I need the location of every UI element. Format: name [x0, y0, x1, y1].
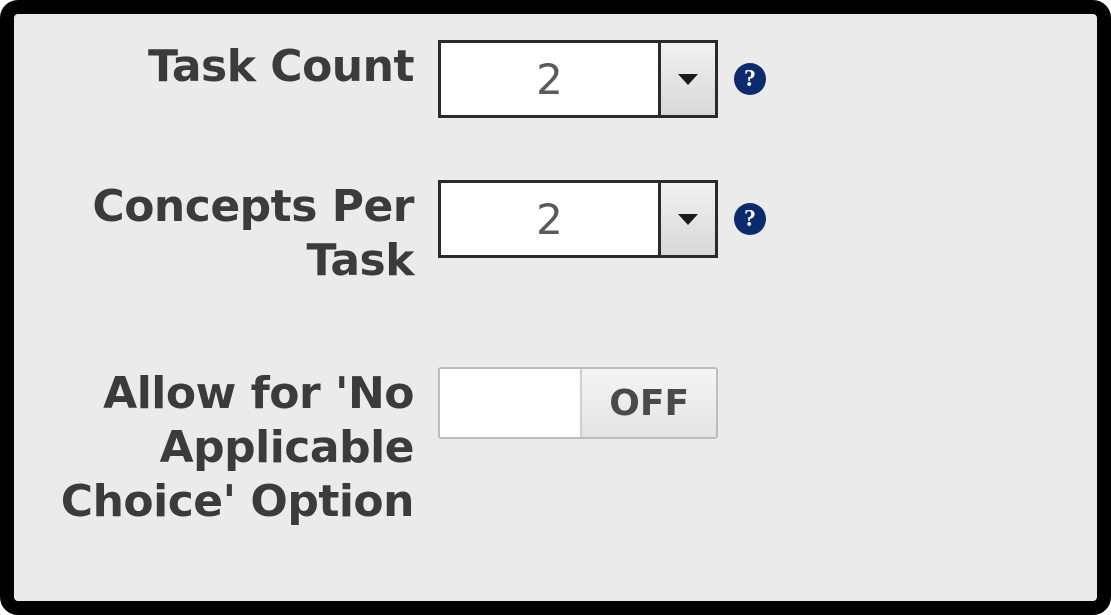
no-applicable-choice-toggle[interactable]: OFF [438, 367, 718, 439]
task-count-help-icon[interactable]: ? [734, 63, 766, 95]
no-applicable-choice-controls: OFF [438, 367, 718, 439]
chevron-down-icon [676, 212, 700, 226]
concepts-per-task-dropdown-button[interactable] [658, 183, 715, 255]
concepts-per-task-controls: 2 ? [438, 180, 766, 258]
task-count-label: Task Count [14, 40, 438, 94]
task-count-value: 2 [441, 43, 658, 115]
field-no-applicable-choice: Allow for 'No Applicable Choice' Option … [14, 287, 1097, 528]
question-icon: ? [744, 207, 756, 231]
task-count-controls: 2 ? [438, 40, 766, 118]
concepts-per-task-help-icon[interactable]: ? [734, 203, 766, 235]
concepts-per-task-select[interactable]: 2 [438, 180, 718, 258]
task-count-dropdown-button[interactable] [658, 43, 715, 115]
concepts-per-task-label: Concepts Per Task [14, 180, 438, 287]
chevron-down-icon [676, 72, 700, 86]
field-task-count: Task Count 2 ? [14, 14, 1097, 118]
task-count-select[interactable]: 2 [438, 40, 718, 118]
field-concepts-per-task: Concepts Per Task 2 ? [14, 118, 1097, 287]
concepts-per-task-value: 2 [441, 183, 658, 255]
question-icon: ? [744, 67, 756, 91]
no-applicable-choice-label: Allow for 'No Applicable Choice' Option [14, 367, 438, 528]
toggle-track [440, 369, 580, 437]
toggle-state-text: OFF [580, 369, 716, 437]
settings-panel: Task Count 2 ? Concepts Per Task [0, 0, 1111, 615]
